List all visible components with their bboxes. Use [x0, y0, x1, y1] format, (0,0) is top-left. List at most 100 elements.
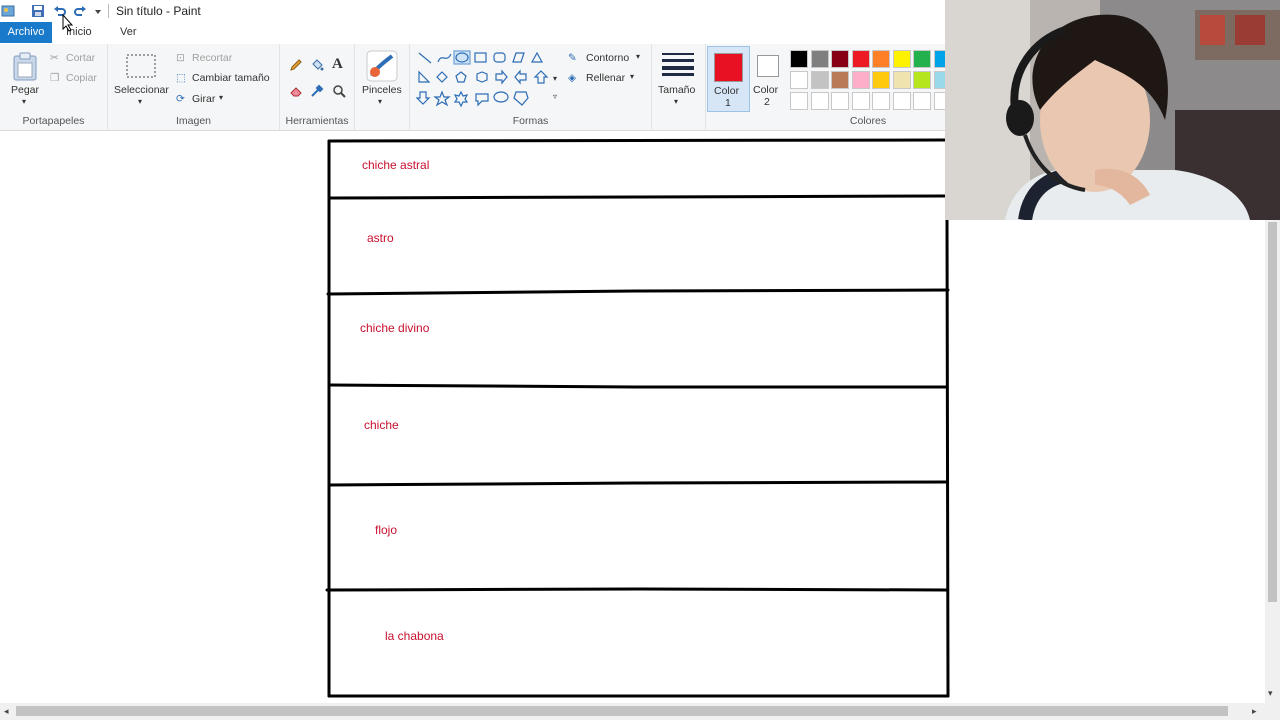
outline-button[interactable]: Contorno	[586, 52, 629, 64]
save-icon[interactable]	[30, 3, 46, 19]
group-pinceles: Pinceles ▾	[355, 44, 410, 130]
webcam-person-image	[945, 0, 1280, 220]
resize-icon: ⬚	[176, 72, 186, 84]
select-dropdown-icon[interactable]: ▾	[138, 97, 142, 106]
paste-button[interactable]: Pegar	[11, 84, 39, 96]
window-title: Sin título - Paint	[116, 4, 201, 18]
brushes-dropdown-icon[interactable]: ▾	[378, 97, 382, 106]
table-top-border	[327, 138, 947, 143]
resize-button[interactable]: Cambiar tamaño	[192, 72, 270, 84]
group-herramientas: A Herramientas	[280, 44, 355, 130]
brushes-button[interactable]: Pinceles	[362, 84, 402, 96]
fill-dropdown-icon[interactable]: ▾	[630, 72, 634, 81]
group-portapapeles: Pegar ▾ ✂ Cortar ❐ Copiar Portapapeles	[0, 44, 108, 130]
group-imagen: Seleccionar ▾ ⊡ Recortar ⬚ Cambiar tamañ…	[108, 44, 280, 130]
palette-swatch[interactable]	[872, 71, 890, 89]
palette-swatch[interactable]	[851, 50, 870, 68]
vertical-scroll-thumb[interactable]	[1268, 222, 1277, 602]
shapes-gallery[interactable]	[415, 50, 566, 113]
scroll-down-arrow-icon[interactable]: ▾	[1268, 688, 1273, 699]
outline-dropdown-icon[interactable]: ▾	[636, 52, 640, 61]
color2-number: 2	[764, 96, 770, 108]
shapes-scroll-icon[interactable]: ▾	[553, 74, 557, 83]
palette-swatch[interactable]	[913, 50, 931, 68]
horizontal-scroll-thumb[interactable]	[16, 706, 1228, 716]
canvas-text-row-1: chiche astral	[362, 158, 430, 172]
palette-swatch[interactable]	[913, 71, 931, 89]
magnifier-icon[interactable]	[332, 84, 346, 101]
palette-swatch[interactable]	[810, 50, 829, 68]
crop-icon: ⊡	[176, 52, 185, 64]
pencil-icon[interactable]	[289, 58, 303, 75]
select-icon[interactable]	[126, 54, 156, 81]
row-divider-1	[328, 194, 947, 200]
custom-color-slot[interactable]	[790, 92, 808, 110]
color1-selector[interactable]: Color 1	[707, 46, 750, 112]
group-label-portapapeles: Portapapeles	[22, 115, 85, 127]
crop-button[interactable]: Recortar	[192, 52, 232, 64]
group-label-colores: Colores	[849, 115, 887, 127]
canvas-text-row-3: chiche divino	[360, 321, 430, 335]
brushes-icon[interactable]	[366, 50, 398, 85]
row-divider-3	[328, 383, 948, 389]
color1-swatch	[714, 53, 743, 82]
palette-swatch[interactable]	[892, 71, 911, 89]
group-tamano: Tamaño ▾	[652, 44, 706, 130]
palette-swatch[interactable]	[810, 71, 829, 89]
select-button[interactable]: Seleccionar	[114, 84, 169, 96]
size-button[interactable]: Tamaño	[658, 84, 695, 96]
redo-icon[interactable]	[72, 3, 88, 19]
custom-color-slot[interactable]	[831, 92, 849, 110]
custom-color-slot[interactable]	[913, 92, 931, 110]
row-divider-2	[326, 288, 950, 296]
paste-dropdown-icon[interactable]: ▾	[22, 97, 26, 106]
fill-button[interactable]: Rellenar	[586, 72, 625, 84]
palette-swatch[interactable]	[892, 50, 911, 68]
size-dropdown-icon[interactable]: ▾	[674, 97, 678, 106]
row-divider-4	[328, 480, 948, 487]
copy-button[interactable]: Copiar	[66, 72, 97, 84]
customize-toolbar-icon[interactable]	[90, 3, 106, 19]
custom-color-slot[interactable]	[810, 92, 829, 110]
color1-number: 1	[725, 97, 731, 109]
palette-swatch[interactable]	[872, 50, 890, 68]
canvas-text-row-2: astro	[367, 231, 394, 245]
tab-archivo[interactable]: Archivo	[0, 22, 52, 43]
outline-icon: ✎	[568, 52, 577, 64]
palette-swatch[interactable]	[831, 50, 849, 68]
color2-selector[interactable]: Color 2	[750, 46, 786, 110]
palette-swatch[interactable]	[790, 50, 808, 68]
scroll-right-arrow-icon[interactable]: ▸	[1252, 706, 1257, 717]
line-size-icon[interactable]	[662, 52, 694, 79]
color-picker-icon[interactable]	[310, 84, 324, 101]
scroll-left-arrow-icon[interactable]: ◂	[4, 706, 9, 717]
text-tool-icon[interactable]: A	[332, 56, 343, 73]
shapes-more-icon[interactable]: ▿	[553, 92, 557, 101]
rotate-button[interactable]: Girar	[192, 93, 215, 105]
custom-color-slot[interactable]	[892, 92, 911, 110]
group-label-herramientas: Herramientas	[285, 115, 349, 127]
copy-icon: ❐	[50, 72, 60, 84]
custom-color-slot[interactable]	[872, 92, 890, 110]
palette-swatch[interactable]	[831, 71, 849, 89]
custom-color-slot[interactable]	[851, 92, 870, 110]
paste-icon[interactable]	[12, 52, 38, 85]
group-formas: ▾ ▿ ✎ Contorno ▾ ◈ Rellenar ▾ Formas	[410, 44, 652, 130]
palette-swatch[interactable]	[851, 71, 870, 89]
title-separator	[108, 4, 109, 18]
cut-button[interactable]: Cortar	[66, 52, 95, 64]
fill-bucket-icon[interactable]	[310, 58, 324, 75]
paint-app-icon[interactable]	[0, 3, 16, 19]
tab-ver[interactable]: Ver	[120, 22, 137, 43]
group-label-imagen: Imagen	[175, 115, 212, 127]
color2-swatch	[757, 55, 779, 77]
fill-icon: ◈	[568, 72, 577, 84]
color1-label: Color	[714, 85, 740, 97]
palette-swatch[interactable]	[790, 71, 808, 89]
eraser-icon[interactable]	[289, 84, 303, 101]
canvas-text-row-6: la chabona	[385, 629, 444, 643]
mouse-cursor-icon	[62, 13, 74, 35]
rotate-dropdown-icon[interactable]: ▾	[219, 93, 223, 102]
group-colores: Colores	[788, 44, 952, 130]
webcam-overlay	[945, 0, 1280, 220]
